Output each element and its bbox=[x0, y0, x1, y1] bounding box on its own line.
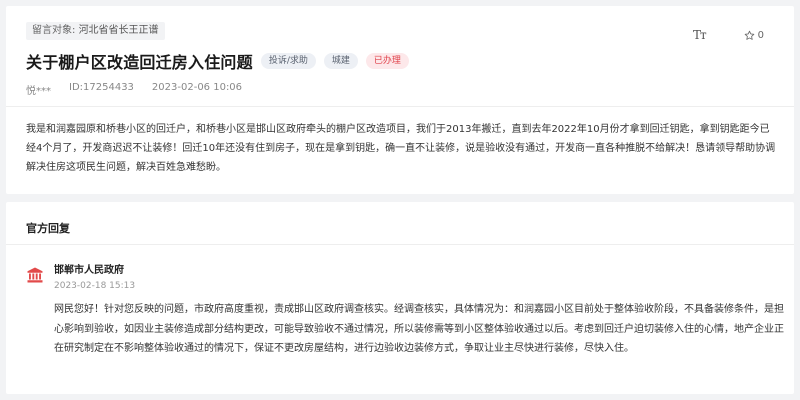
reply-datetime: 2023-02-18 15:13 bbox=[54, 281, 136, 291]
divider bbox=[6, 244, 794, 245]
tag-category: 投诉/求助 bbox=[260, 53, 316, 69]
favorite-count: 0 bbox=[757, 29, 764, 41]
recipient-badge: 留言对象: 河北省省长王正谱 bbox=[26, 22, 165, 40]
star-icon bbox=[744, 30, 754, 40]
government-building-icon bbox=[27, 267, 43, 283]
message-meta: 悦*** ID:17254433 2023-02-06 10:06 bbox=[26, 82, 260, 97]
recipient-value: 河北省省长王正谱 bbox=[78, 25, 159, 36]
reply-header: 邯郸市人民政府 2023-02-18 15:13 bbox=[26, 264, 135, 293]
reply-section-title: 官方回复 bbox=[26, 222, 70, 235]
author-name: 悦*** bbox=[26, 86, 51, 97]
message-id: ID:17254433 bbox=[69, 82, 134, 93]
recipient-label: 留言对象: bbox=[32, 25, 76, 36]
favorite-button[interactable]: 0 bbox=[744, 30, 764, 41]
font-size-icon: Tт bbox=[692, 28, 707, 42]
message-content: 我是和润嘉园原和桥巷小区的回迁户，和桥巷小区是邯山区政府牵头的棚户区改造项目，我… bbox=[26, 124, 776, 173]
reply-org-name: 邯郸市人民政府 bbox=[54, 265, 124, 276]
message-card: 留言对象: 河北省省长王正谱 Tт 0 关于棚户区改造回迁房入住问题 投诉/求助… bbox=[6, 6, 794, 194]
reply-content: 网民您好！针对您反映的问题，市政府高度重视，责成邯山区政府调查核实。经调查核实，… bbox=[54, 304, 784, 354]
page-title: 关于棚户区改造回迁房入住问题 bbox=[26, 53, 253, 72]
divider bbox=[6, 106, 794, 107]
reply-card: 官方回复 邯郸市人民政府 2023-02-18 15:13 网民您好！针对您反映… bbox=[6, 202, 794, 394]
toolbar: Tт 0 bbox=[693, 28, 764, 42]
title-row: 关于棚户区改造回迁房入住问题 投诉/求助 城建 已办理 bbox=[26, 50, 409, 72]
tag-field: 城建 bbox=[323, 53, 358, 69]
message-datetime: 2023-02-06 10:06 bbox=[151, 82, 243, 93]
status-badge: 已办理 bbox=[365, 53, 409, 69]
font-size-button[interactable]: Tт bbox=[692, 28, 707, 42]
